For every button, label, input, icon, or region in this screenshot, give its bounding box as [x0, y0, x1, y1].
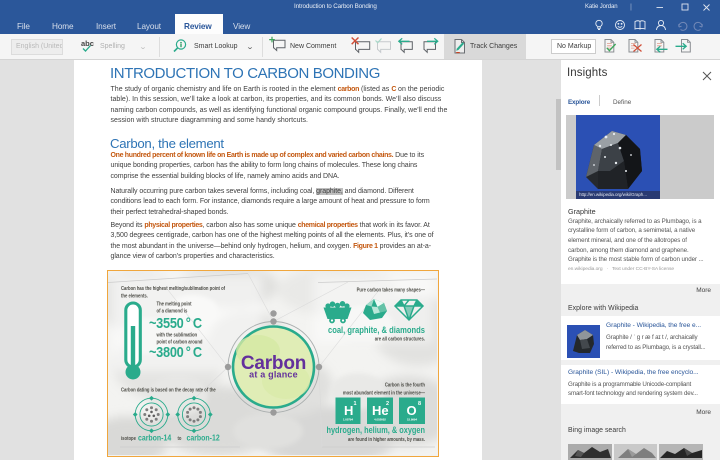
svg-text:H: H — [344, 403, 353, 418]
svg-text:coal, graphite, & diamonds: coal, graphite, & diamonds — [327, 324, 424, 335]
svg-text:O: O — [406, 403, 416, 418]
svg-text:~3550 ° C: ~3550 ° C — [149, 313, 202, 330]
svg-text:to: to — [177, 435, 181, 442]
svg-text:4.002602: 4.002602 — [374, 417, 386, 421]
svg-text:Carbon has the highest melting: Carbon has the highest melting/sublimati… — [121, 285, 225, 292]
svg-text:8: 8 — [417, 401, 420, 407]
svg-text:the elements.: the elements. — [121, 293, 148, 300]
svg-text:isotope: isotope — [121, 435, 136, 442]
svg-text:Carbon is the fourth: Carbon is the fourth — [384, 382, 424, 389]
svg-text:hydrogen, helium, & oxygen: hydrogen, helium, & oxygen — [326, 424, 425, 435]
svg-text:are found in higher amounts, b: are found in higher amounts, by mass. — [347, 436, 425, 443]
svg-text:abc: abc — [81, 39, 94, 48]
svg-text:~3800 ° C: ~3800 ° C — [149, 342, 202, 359]
svg-text:Pure carbon takes many shapes—: Pure carbon takes many shapes— — [356, 287, 425, 294]
svg-text:with the sublimation: with the sublimation — [155, 332, 197, 339]
svg-text:carbon-12: carbon-12 — [186, 432, 220, 442]
svg-text:15.9994: 15.9994 — [406, 417, 417, 421]
svg-text:The melting point: The melting point — [156, 301, 191, 308]
svg-text:2: 2 — [385, 401, 388, 407]
svg-text:most abundant element in the u: most abundant element in the universe— — [342, 390, 424, 397]
svg-text:1.00794: 1.00794 — [342, 417, 353, 421]
svg-text:Carbon dating is based on the: Carbon dating is based on the decay rate… — [121, 387, 216, 394]
svg-text:carbon-14: carbon-14 — [138, 432, 172, 442]
svg-text:are all carbon structures.: are all carbon structures. — [374, 336, 425, 343]
svg-text:at a glance: at a glance — [249, 369, 298, 379]
svg-text:1: 1 — [353, 401, 356, 407]
